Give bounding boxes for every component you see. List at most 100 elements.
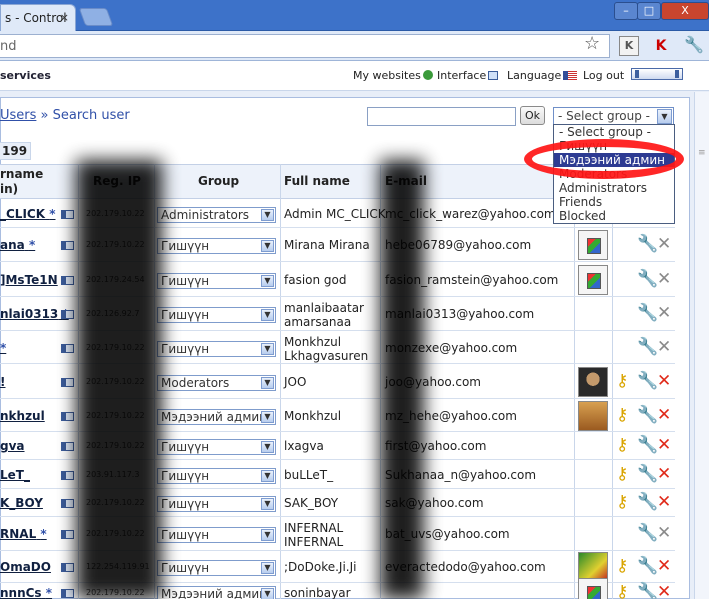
- group-select[interactable]: Гишүүн ▼: [157, 496, 276, 512]
- group-option[interactable]: Мэдээний админ: [554, 153, 674, 167]
- maximize-button[interactable]: □: [637, 2, 661, 20]
- width-slider[interactable]: [631, 68, 683, 80]
- wrench-edit-icon[interactable]: 🔧: [637, 466, 658, 483]
- chevron-down-icon[interactable]: ▼: [261, 411, 274, 423]
- username-link[interactable]: ]MsTe1N: [0, 273, 58, 287]
- delete-icon[interactable]: ✕: [657, 525, 671, 542]
- delete-icon[interactable]: ✕: [657, 558, 671, 575]
- extension-k-icon[interactable]: K: [619, 36, 639, 56]
- chevron-down-icon[interactable]: ▼: [261, 343, 274, 355]
- wrench-edit-icon[interactable]: 🔧: [637, 236, 658, 253]
- new-tab-button[interactable]: [78, 8, 114, 26]
- username-link[interactable]: nlai0313 *: [0, 307, 69, 321]
- chevron-down-icon[interactable]: ▼: [261, 377, 274, 389]
- key-icon[interactable]: ⚷: [616, 373, 628, 390]
- delete-icon[interactable]: ✕: [657, 584, 671, 599]
- profile-card-icon[interactable]: [61, 276, 74, 285]
- username-link[interactable]: ana *: [0, 238, 35, 252]
- wrench-edit-icon[interactable]: 🔧: [637, 271, 658, 288]
- wrench-edit-icon[interactable]: 🔧: [637, 437, 658, 454]
- email-address[interactable]: everactedodo@yahoo.com: [385, 560, 546, 574]
- delete-icon[interactable]: ✕: [657, 407, 671, 424]
- close-window-button[interactable]: X: [661, 2, 709, 20]
- chevron-down-icon[interactable]: ▼: [261, 498, 274, 510]
- key-icon[interactable]: ⚷: [616, 494, 628, 511]
- chevron-down-icon[interactable]: ▼: [261, 529, 274, 541]
- key-icon[interactable]: ⚷: [616, 558, 628, 575]
- group-select[interactable]: Гишүүн ▼: [157, 560, 276, 576]
- wrench-edit-icon[interactable]: 🔧: [637, 558, 658, 575]
- profile-card-icon[interactable]: [61, 530, 74, 539]
- email-address[interactable]: sak@yahoo.com: [385, 496, 484, 510]
- delete-icon[interactable]: ✕: [657, 236, 671, 253]
- profile-card-icon[interactable]: [61, 378, 74, 387]
- group-option[interactable]: - Select group -: [554, 125, 674, 139]
- wrench-edit-icon[interactable]: 🔧: [637, 407, 658, 424]
- username-link[interactable]: _CLICK *: [0, 207, 56, 221]
- username-link[interactable]: K_BOY: [0, 496, 43, 510]
- scrollbar-grip[interactable]: ≡: [698, 148, 706, 158]
- profile-card-icon[interactable]: [61, 499, 74, 508]
- email-address[interactable]: mz_hehe@yahoo.com: [385, 409, 517, 423]
- star-icon[interactable]: ☆: [584, 33, 600, 54]
- group-option[interactable]: Blocked: [554, 209, 674, 223]
- group-select[interactable]: Гишүүн ▼: [157, 341, 276, 357]
- wrench-edit-icon[interactable]: 🔧: [637, 584, 658, 599]
- scrollbar[interactable]: [694, 92, 709, 599]
- tab-close-icon[interactable]: ×: [60, 11, 69, 24]
- group-select[interactable]: Moderators ▼: [157, 375, 276, 391]
- username-link[interactable]: nkhzul: [0, 409, 45, 423]
- chevron-down-icon[interactable]: ▼: [261, 441, 274, 453]
- minimize-button[interactable]: –: [614, 2, 638, 20]
- email-address[interactable]: bat_uvs@yahoo.com: [385, 527, 510, 541]
- username-link[interactable]: gva: [0, 439, 25, 453]
- username-link[interactable]: LeT_: [0, 468, 30, 482]
- wrench-edit-icon[interactable]: 🔧: [637, 305, 658, 322]
- profile-card-icon[interactable]: [61, 412, 74, 421]
- profile-card-icon[interactable]: [61, 471, 74, 480]
- profile-card-icon[interactable]: [61, 241, 74, 250]
- email-address[interactable]: first@yahoo.com: [385, 439, 486, 453]
- antivirus-extension-icon[interactable]: K: [651, 36, 671, 56]
- profile-card-icon[interactable]: [61, 310, 74, 319]
- email-address[interactable]: manlai0313@yahoo.com: [385, 307, 534, 321]
- group-select[interactable]: Мэдээний админ ▼: [157, 586, 276, 599]
- wrench-icon[interactable]: 🔧: [684, 35, 704, 54]
- key-icon[interactable]: ⚷: [616, 437, 628, 454]
- delete-icon[interactable]: ✕: [657, 466, 671, 483]
- address-bar[interactable]: nd: [0, 34, 610, 58]
- group-option[interactable]: Friends: [554, 195, 674, 209]
- group-select[interactable]: Гишүүн ▼: [157, 439, 276, 455]
- delete-icon[interactable]: ✕: [657, 339, 671, 356]
- language-link[interactable]: Language: [507, 69, 578, 82]
- username-link[interactable]: *: [0, 341, 6, 355]
- group-select[interactable]: Гишүүн ▼: [157, 527, 276, 543]
- username-link[interactable]: RNAL *: [0, 527, 47, 541]
- delete-icon[interactable]: ✕: [657, 373, 671, 390]
- username-link[interactable]: OmaDO: [0, 560, 51, 574]
- header-reg-ip[interactable]: Reg. IP: [93, 174, 141, 188]
- logout-link[interactable]: Log out: [583, 69, 624, 82]
- group-option[interactable]: Administrators: [554, 181, 674, 195]
- username-link[interactable]: !: [0, 375, 5, 389]
- browser-tab[interactable]: s - Control ×: [0, 4, 76, 31]
- group-select[interactable]: Мэдээний админ ▼: [157, 409, 276, 425]
- group-select[interactable]: Гишүүн ▼: [157, 273, 276, 289]
- chevron-down-icon[interactable]: ▼: [261, 562, 274, 574]
- chevron-down-icon[interactable]: ▼: [261, 275, 274, 287]
- header-username[interactable]: rname: [0, 167, 43, 181]
- username-link[interactable]: nnnCs *: [0, 586, 52, 599]
- header-email[interactable]: E-mail: [385, 174, 427, 188]
- profile-card-icon[interactable]: [61, 563, 74, 572]
- chevron-down-icon[interactable]: ▼: [261, 209, 274, 221]
- profile-card-icon[interactable]: [61, 210, 74, 219]
- email-address[interactable]: hebe06789@yahoo.com: [385, 238, 531, 252]
- email-address[interactable]: fasion_ramstein@yahoo.com: [385, 273, 558, 287]
- profile-card-icon[interactable]: [61, 589, 74, 598]
- wrench-edit-icon[interactable]: 🔧: [637, 525, 658, 542]
- my-websites-link[interactable]: My websites: [353, 69, 433, 82]
- group-select[interactable]: Гишүүн ▼: [157, 468, 276, 484]
- delete-icon[interactable]: ✕: [657, 305, 671, 322]
- chevron-down-icon[interactable]: ▼: [261, 240, 274, 252]
- delete-icon[interactable]: ✕: [657, 437, 671, 454]
